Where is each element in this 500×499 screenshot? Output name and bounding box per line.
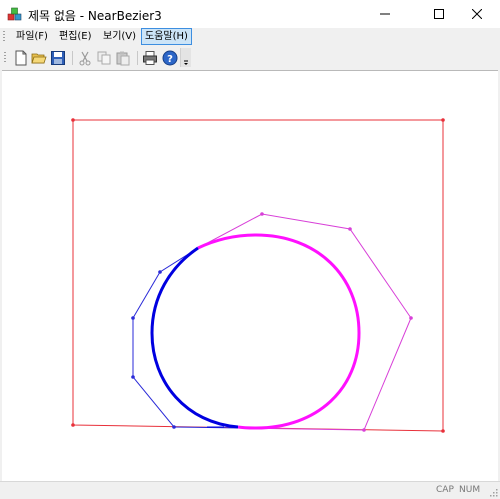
menu-edit[interactable]: 편집(E) (56, 29, 95, 44)
minimize-icon (380, 13, 390, 15)
toolbar-grip[interactable] (4, 52, 6, 64)
frame-handle[interactable] (441, 429, 445, 433)
paste-icon[interactable] (115, 50, 131, 66)
bezier-curve-blue (150, 246, 239, 429)
drawing-canvas[interactable] (2, 70, 498, 481)
status-bar: CAP NUM (0, 481, 500, 499)
new-file-icon[interactable] (13, 50, 29, 66)
frame-handle[interactable] (71, 423, 75, 427)
open-folder-icon[interactable] (31, 50, 47, 66)
cut-icon[interactable] (77, 50, 93, 66)
drawing-svg (71, 118, 445, 433)
title-bar[interactable]: 제목 없음 - NearBezier3 (0, 0, 500, 28)
blue-control-polygon (132, 247, 243, 429)
control-point[interactable] (409, 316, 413, 320)
control-point[interactable] (158, 270, 162, 274)
frame-handle[interactable] (441, 118, 445, 122)
frame-handles (71, 118, 445, 433)
toolbar-overflow-button[interactable] (180, 48, 191, 67)
help-icon[interactable]: ? (162, 50, 178, 66)
menu-file[interactable]: 파일(F) (13, 29, 51, 44)
svg-text:?: ? (167, 54, 173, 65)
save-disk-icon[interactable] (50, 50, 66, 66)
print-icon[interactable] (142, 50, 158, 66)
close-button[interactable] (454, 0, 500, 28)
status-num: NUM (459, 485, 481, 495)
menu-grip[interactable] (3, 31, 5, 43)
window-title: 제목 없음 - NearBezier3 (28, 9, 162, 23)
app-window: 제목 없음 - NearBezier3 파일(F) 편집(E) 보기(V) 도움… (0, 0, 500, 499)
control-point[interactable] (362, 428, 366, 432)
toolbar: ? (0, 47, 500, 69)
bounding-frame (72, 119, 444, 432)
maximize-icon (434, 9, 444, 19)
close-icon (472, 9, 482, 19)
frame-handle[interactable] (71, 118, 75, 122)
control-point[interactable] (131, 375, 135, 379)
control-point[interactable] (260, 212, 264, 216)
menu-help[interactable]: 도움말(H) (141, 28, 192, 45)
toolbar-separator (72, 51, 73, 65)
app-cubes-icon (7, 7, 22, 21)
minimize-button[interactable] (362, 0, 408, 28)
toolbar-separator (137, 51, 138, 65)
chevron-down-icon (184, 60, 188, 65)
menu-bar: 파일(F) 편집(E) 보기(V) 도움말(H) (0, 28, 500, 46)
control-point[interactable] (172, 425, 176, 429)
copy-icon[interactable] (96, 50, 112, 66)
size-grip-icon[interactable] (488, 487, 498, 497)
control-point[interactable] (348, 227, 352, 231)
status-cap: CAP (436, 485, 454, 495)
control-point[interactable] (131, 316, 135, 320)
menu-view[interactable]: 보기(V) (100, 29, 139, 44)
bezier-curve-magenta (197, 233, 361, 430)
